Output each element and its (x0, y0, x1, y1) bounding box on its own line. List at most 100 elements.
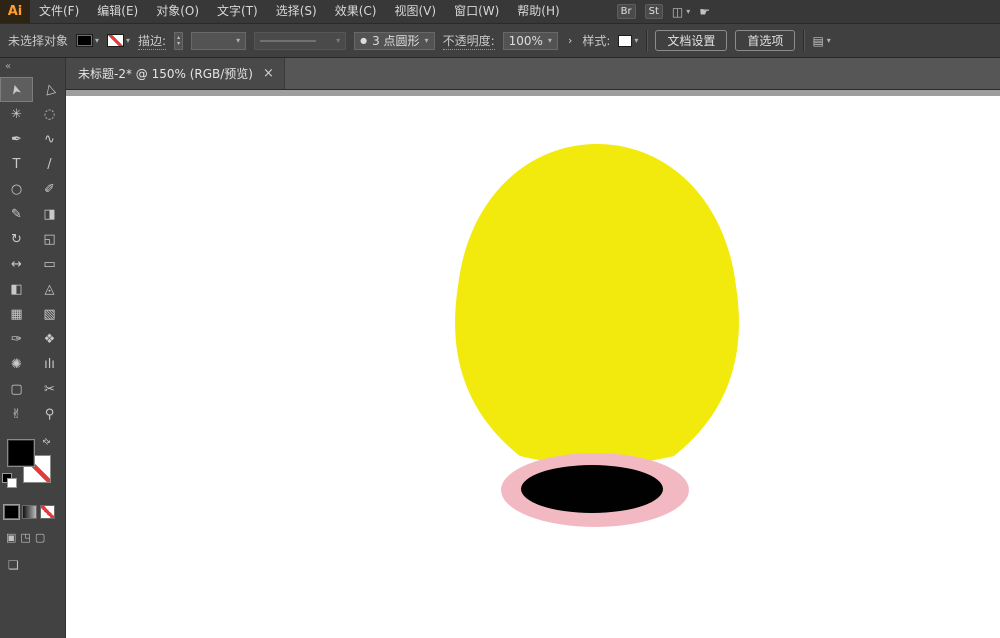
eraser-tool[interactable]: ◨ (33, 202, 66, 227)
artboard-canvas[interactable] (66, 89, 1000, 638)
bridge-badge[interactable]: Br (617, 4, 636, 19)
document-tab-bar: 未标题-2* @ 150% (RGB/预览) × (66, 58, 1000, 89)
rotate-tool[interactable]: ↻ (0, 227, 33, 252)
mesh-tool-icon: ▦ (10, 307, 22, 322)
chevron-down-icon: ▾ (425, 36, 429, 45)
stroke-none-swatch (107, 34, 124, 47)
bulb-shape[interactable] (455, 144, 739, 465)
hand-tool-icon: ✌ (11, 407, 22, 422)
stroke-weight-combo[interactable]: ▾ (191, 32, 246, 50)
control-bar: 未选择对象 ▾ ▾ 描边: ▴ ▾ ▾ ▾ ● 3 点圆形 ▾ 不透明度: (0, 24, 1000, 58)
chevron-down-icon: ▾ (336, 36, 340, 45)
type-tool[interactable]: T (0, 152, 33, 177)
document-setup-button[interactable]: 文档设置 (655, 30, 727, 51)
scale-tool[interactable]: ◱ (33, 227, 66, 252)
menu-view[interactable]: 视图(V) (385, 0, 445, 23)
zoom-tool[interactable]: ⚲ (33, 402, 66, 427)
stock-badge[interactable]: St (645, 4, 663, 19)
menu-effect[interactable]: 效果(C) (326, 0, 386, 23)
pencil-tool[interactable]: ✎ (0, 202, 33, 227)
perspective-grid-tool-icon: ◬ (45, 282, 55, 297)
tab-close-icon[interactable]: × (263, 67, 274, 80)
swap-fill-stroke-icon[interactable]: ⇄ (40, 436, 52, 448)
menu-object[interactable]: 对象(O) (147, 0, 208, 23)
draw-inside-icon[interactable]: ▢ (35, 531, 45, 544)
draw-behind-icon[interactable]: ◳ (20, 531, 30, 544)
shape-builder-tool[interactable]: ◧ (0, 277, 33, 302)
free-transform-tool[interactable]: ▭ (33, 252, 66, 277)
menu-bar: Ai 文件(F)编辑(E)对象(O)文字(T)选择(S)效果(C)视图(V)窗口… (0, 0, 1000, 24)
workspace-switcher[interactable]: ◫ ▾ (672, 5, 690, 19)
artboard-tool[interactable]: ▢ (0, 377, 33, 402)
brush-definition-combo[interactable]: ● 3 点圆形 ▾ (354, 32, 434, 50)
curvature-tool[interactable]: ∿ (33, 127, 66, 152)
hand-pointer-icon[interactable]: ☛ (699, 5, 710, 19)
chevron-down-icon: ▾ (634, 36, 638, 45)
width-tool[interactable]: ↔ (0, 252, 33, 277)
gradient-tool-icon: ▧ (43, 307, 55, 322)
draw-normal-icon[interactable]: ▣ (6, 531, 16, 544)
lamp-hole-ellipse[interactable] (521, 465, 663, 513)
color-mode-button[interactable] (4, 505, 19, 519)
menu-window[interactable]: 窗口(W) (445, 0, 508, 23)
direct-selection-tool-icon: ▷ (41, 83, 58, 97)
default-fill-stroke-icon[interactable] (2, 473, 16, 487)
stroke-weight-stepper[interactable]: ▴ ▾ (174, 32, 183, 50)
type-tool-icon: T (13, 157, 21, 172)
document-tab-title: 未标题-2* @ 150% (RGB/预览) (78, 65, 253, 82)
selection-status: 未选择对象 (8, 32, 68, 49)
paintbrush-tool-icon: ✐ (44, 182, 55, 197)
style-swatch (618, 35, 632, 47)
screen-mode-icon[interactable]: ❏ (8, 558, 19, 572)
ellipse-tool[interactable]: ○ (0, 177, 33, 202)
menu-file[interactable]: 文件(F) (30, 0, 88, 23)
rotate-tool-icon: ↻ (11, 232, 22, 247)
gradient-tool[interactable]: ▧ (33, 302, 66, 327)
drawing-modes-row: ▣ ◳ ▢ (6, 531, 65, 544)
menu-select[interactable]: 选择(S) (267, 0, 326, 23)
opacity-label[interactable]: 不透明度: (443, 32, 495, 50)
column-graph-tool[interactable]: ılı (33, 352, 66, 377)
scale-tool-icon: ◱ (43, 232, 55, 247)
zoom-tool-icon: ⚲ (45, 407, 55, 422)
magic-wand-tool[interactable]: ✳ (0, 102, 33, 127)
hand-tool[interactable]: ✌ (0, 402, 33, 427)
menu-edit[interactable]: 编辑(E) (88, 0, 147, 23)
opacity-combo[interactable]: 100% ▾ (503, 32, 558, 50)
direct-selection-tool[interactable]: ▷ (33, 77, 66, 102)
perspective-grid-tool[interactable]: ◬ (33, 277, 66, 302)
none-mode-button[interactable] (40, 505, 55, 519)
fill-stroke-indicator: ⇄ (0, 437, 66, 493)
selection-tool[interactable]: ➤ (0, 77, 33, 102)
opacity-panel-arrow[interactable]: › (566, 34, 574, 47)
document-tab[interactable]: 未标题-2* @ 150% (RGB/预览) × (66, 58, 285, 89)
fill-indicator-swatch[interactable] (7, 439, 35, 467)
opacity-value: 100% (509, 34, 543, 48)
mesh-tool[interactable]: ▦ (0, 302, 33, 327)
tool-grid: ➤ ▷ ✳◌✒∿ T /○ ✐ ✎◨ ↻ ◱ ↔▭ ◧ ◬ ▦ ▧ ✑❖✺ılı▢✂ ✌ ⚲ (0, 77, 65, 427)
preferences-button[interactable]: 首选项 (735, 30, 795, 51)
fill-color-control[interactable]: ▾ (76, 34, 99, 47)
stroke-color-control[interactable]: ▾ (107, 34, 130, 47)
pen-tool[interactable]: ✒ (0, 127, 33, 152)
toolbar-collapse-button[interactable]: « (0, 58, 65, 77)
style-label: 样式: (582, 32, 610, 49)
shape-builder-tool-icon: ◧ (10, 282, 22, 297)
workspace-switcher-icon: ◫ (672, 5, 683, 19)
paintbrush-tool[interactable]: ✐ (33, 177, 66, 202)
width-profile-combo[interactable]: ▾ (254, 32, 346, 50)
blend-tool[interactable]: ❖ (33, 327, 66, 352)
control-panel-menu[interactable]: ▤ ▾ (812, 34, 830, 48)
selection-tool-icon: ➤ (8, 82, 25, 96)
menu-type[interactable]: 文字(T) (208, 0, 267, 23)
lasso-tool[interactable]: ◌ (33, 102, 66, 127)
stroke-label[interactable]: 描边: (138, 32, 166, 50)
style-combo[interactable]: ▾ (618, 35, 638, 47)
menu-help[interactable]: 帮助(H) (508, 0, 568, 23)
slice-tool[interactable]: ✂ (33, 377, 66, 402)
gradient-mode-button[interactable] (22, 505, 37, 519)
default-stroke-mini (7, 478, 17, 488)
symbol-sprayer-tool[interactable]: ✺ (0, 352, 33, 377)
line-segment-tool[interactable]: / (33, 152, 66, 177)
eyedropper-tool[interactable]: ✑ (0, 327, 33, 352)
